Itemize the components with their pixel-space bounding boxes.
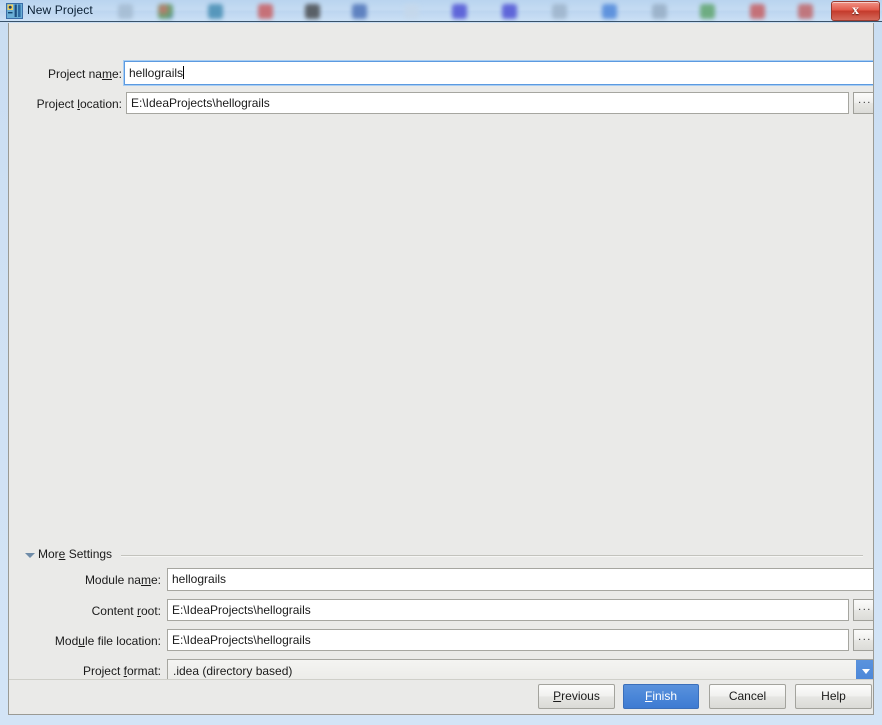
- ghost-icon: [208, 4, 223, 19]
- button-mnemonic: P: [553, 689, 562, 703]
- previous-button[interactable]: Previous: [538, 684, 615, 709]
- ghost-icon: [652, 4, 667, 19]
- ghost-icon: [700, 4, 715, 19]
- close-icon: x: [852, 3, 859, 18]
- module-file-location-browse-button[interactable]: ...: [853, 629, 873, 651]
- more-settings-label: More Settings: [38, 547, 112, 561]
- ghost-icon: [352, 4, 367, 19]
- ghost-icon: [305, 4, 320, 19]
- ghost-icon: [118, 4, 133, 19]
- ghost-icon: [452, 4, 467, 19]
- chevron-down-icon: [862, 669, 870, 674]
- close-button[interactable]: x: [831, 1, 880, 21]
- dialog-button-bar: Previous Finish Cancel Help: [9, 679, 873, 714]
- label-text: ormat:: [126, 664, 161, 678]
- label-text: Mod: [54, 634, 79, 648]
- module-name-label: Module name:: [48, 573, 161, 587]
- ghost-icon: [502, 4, 517, 19]
- label-text: e:: [111, 67, 122, 81]
- project-location-label: Project location:: [22, 97, 122, 111]
- finish-button[interactable]: Finish: [623, 684, 699, 709]
- project-location-browse-button[interactable]: ...: [853, 92, 873, 114]
- label-text: Project: [36, 97, 78, 111]
- project-name-value: hellograils: [129, 66, 184, 80]
- chevron-down-icon[interactable]: [25, 553, 35, 558]
- label-text: Mor: [38, 547, 59, 561]
- cancel-button[interactable]: Cancel: [709, 684, 786, 709]
- ghost-icon: [404, 4, 419, 19]
- text-caret: [183, 66, 185, 79]
- label-text: ocation:: [79, 97, 122, 111]
- help-button[interactable]: Help: [795, 684, 872, 709]
- ghost-icon: [552, 4, 567, 19]
- button-label: inish: [652, 689, 678, 703]
- project-format-label: Project format:: [48, 664, 161, 678]
- label-text: Module na: [84, 573, 141, 587]
- module-file-location-label: Module file location:: [42, 634, 161, 648]
- label-mnemonic: u: [78, 634, 85, 648]
- module-name-input[interactable]: hellograils: [167, 568, 873, 591]
- label-text: oot:: [140, 604, 161, 618]
- content-panel: Project name: hellograils Project locati…: [9, 23, 873, 683]
- label-text: Project: [82, 664, 124, 678]
- label-text: Settings: [65, 547, 113, 561]
- button-label: revious: [561, 689, 600, 703]
- dialog-client-area: Project name: hellograils Project locati…: [8, 23, 874, 715]
- label-text: le file location:: [84, 634, 161, 648]
- ghost-icon: [750, 4, 765, 19]
- intellij-idea-icon: [6, 3, 23, 19]
- ghost-icon: [798, 4, 813, 19]
- label-text: Content: [91, 604, 137, 618]
- label-mnemonic: m: [140, 573, 151, 587]
- content-root-browse-button[interactable]: ...: [853, 599, 873, 621]
- ghost-icon: [258, 4, 273, 19]
- project-format-value: .idea (directory based): [173, 664, 293, 678]
- ghost-icon: [602, 4, 617, 19]
- project-location-input[interactable]: E:\IdeaProjects\hellograils: [126, 92, 849, 114]
- section-divider: [121, 555, 863, 557]
- module-file-location-input[interactable]: E:\IdeaProjects\hellograils: [167, 629, 849, 651]
- content-root-label: Content root:: [48, 604, 161, 618]
- label-text: e:: [150, 573, 161, 587]
- ghost-icon: [158, 4, 173, 19]
- new-project-dialog-window: New Project x Project name: hellograils: [0, 0, 882, 725]
- project-name-label: Project name:: [22, 67, 122, 81]
- project-name-input[interactable]: hellograils: [124, 61, 873, 85]
- label-mnemonic: m: [101, 67, 112, 81]
- more-settings-section-header[interactable]: More Settings: [9, 547, 873, 565]
- window-title: New Project: [27, 3, 93, 17]
- title-bar[interactable]: New Project x: [0, 0, 882, 22]
- content-root-input[interactable]: E:\IdeaProjects\hellograils: [167, 599, 849, 621]
- label-text: Project na: [47, 67, 102, 81]
